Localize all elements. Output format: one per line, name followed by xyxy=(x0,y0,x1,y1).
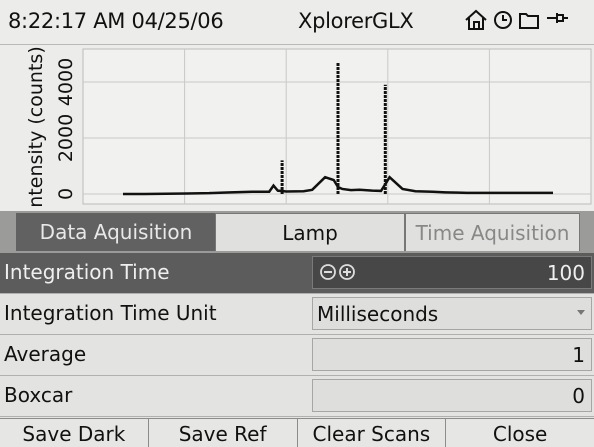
tab-lamp[interactable]: Lamp xyxy=(215,213,405,251)
power-icon[interactable] xyxy=(545,9,569,35)
tab-time-aquisition[interactable]: Time Aquisition xyxy=(405,213,580,251)
row-boxcar[interactable]: Boxcar 0 xyxy=(0,376,594,417)
row-integration-time[interactable]: Integration Time 100 xyxy=(0,253,594,294)
row-label: Integration Time xyxy=(4,260,170,284)
row-average[interactable]: Average 1 xyxy=(0,335,594,376)
folder-icon[interactable] xyxy=(518,10,540,34)
tab-bar: Data Aquisition Lamp Time Aquisition xyxy=(0,211,594,253)
average-field[interactable]: 1 xyxy=(312,338,592,371)
clock-icon[interactable] xyxy=(493,10,513,34)
integration-time-value: 100 xyxy=(546,261,585,285)
y-tick-label: 4000 xyxy=(55,58,77,106)
app-title: XplorerGLX xyxy=(298,9,414,33)
tab-data-aquisition[interactable]: Data Aquisition xyxy=(16,213,216,251)
row-label: Average xyxy=(4,342,87,366)
row-label: Integration Time Unit xyxy=(4,301,217,325)
status-bar: 8:22:17 AM 04/25/06 XplorerGLX xyxy=(0,0,594,45)
average-value: 1 xyxy=(572,343,585,367)
y-axis-label: ntensity (counts) xyxy=(25,46,47,207)
status-icons xyxy=(464,9,569,35)
dropdown-arrow-icon[interactable] xyxy=(577,310,585,315)
row-label: Boxcar xyxy=(4,383,73,407)
clear-scans-button[interactable]: Clear Scans xyxy=(298,419,447,447)
boxcar-value: 0 xyxy=(572,384,585,408)
stepper-controls[interactable] xyxy=(319,263,356,281)
settings-list: Integration Time 100 Integration Time Un… xyxy=(0,253,594,417)
y-tick-label: 0 xyxy=(55,188,77,200)
plus-icon[interactable] xyxy=(338,263,356,281)
y-tick-label: 2000 xyxy=(55,114,77,162)
status-time: 8:22:17 AM 04/25/06 xyxy=(8,9,224,33)
minus-icon[interactable] xyxy=(319,263,337,281)
save-ref-button[interactable]: Save Ref xyxy=(149,419,298,447)
spectrum-chart: ntensity (counts) 0 2000 4000 xyxy=(0,45,594,211)
save-dark-button[interactable]: Save Dark xyxy=(0,419,149,447)
close-button[interactable]: Close xyxy=(446,419,594,447)
softkey-bar: Save Dark Save Ref Clear Scans Close xyxy=(0,418,594,447)
integration-time-unit-select[interactable]: Milliseconds xyxy=(312,297,592,330)
integration-time-unit-value: Milliseconds xyxy=(317,302,439,326)
integration-time-field[interactable]: 100 xyxy=(312,256,592,289)
home-icon[interactable] xyxy=(464,9,488,35)
glx-screen: 8:22:17 AM 04/25/06 XplorerGLX ntensity … xyxy=(0,0,594,447)
row-integration-time-unit[interactable]: Integration Time Unit Milliseconds xyxy=(0,294,594,335)
boxcar-field[interactable]: 0 xyxy=(312,379,592,412)
spectrum-chart-svg: ntensity (counts) 0 2000 4000 xyxy=(25,46,592,208)
